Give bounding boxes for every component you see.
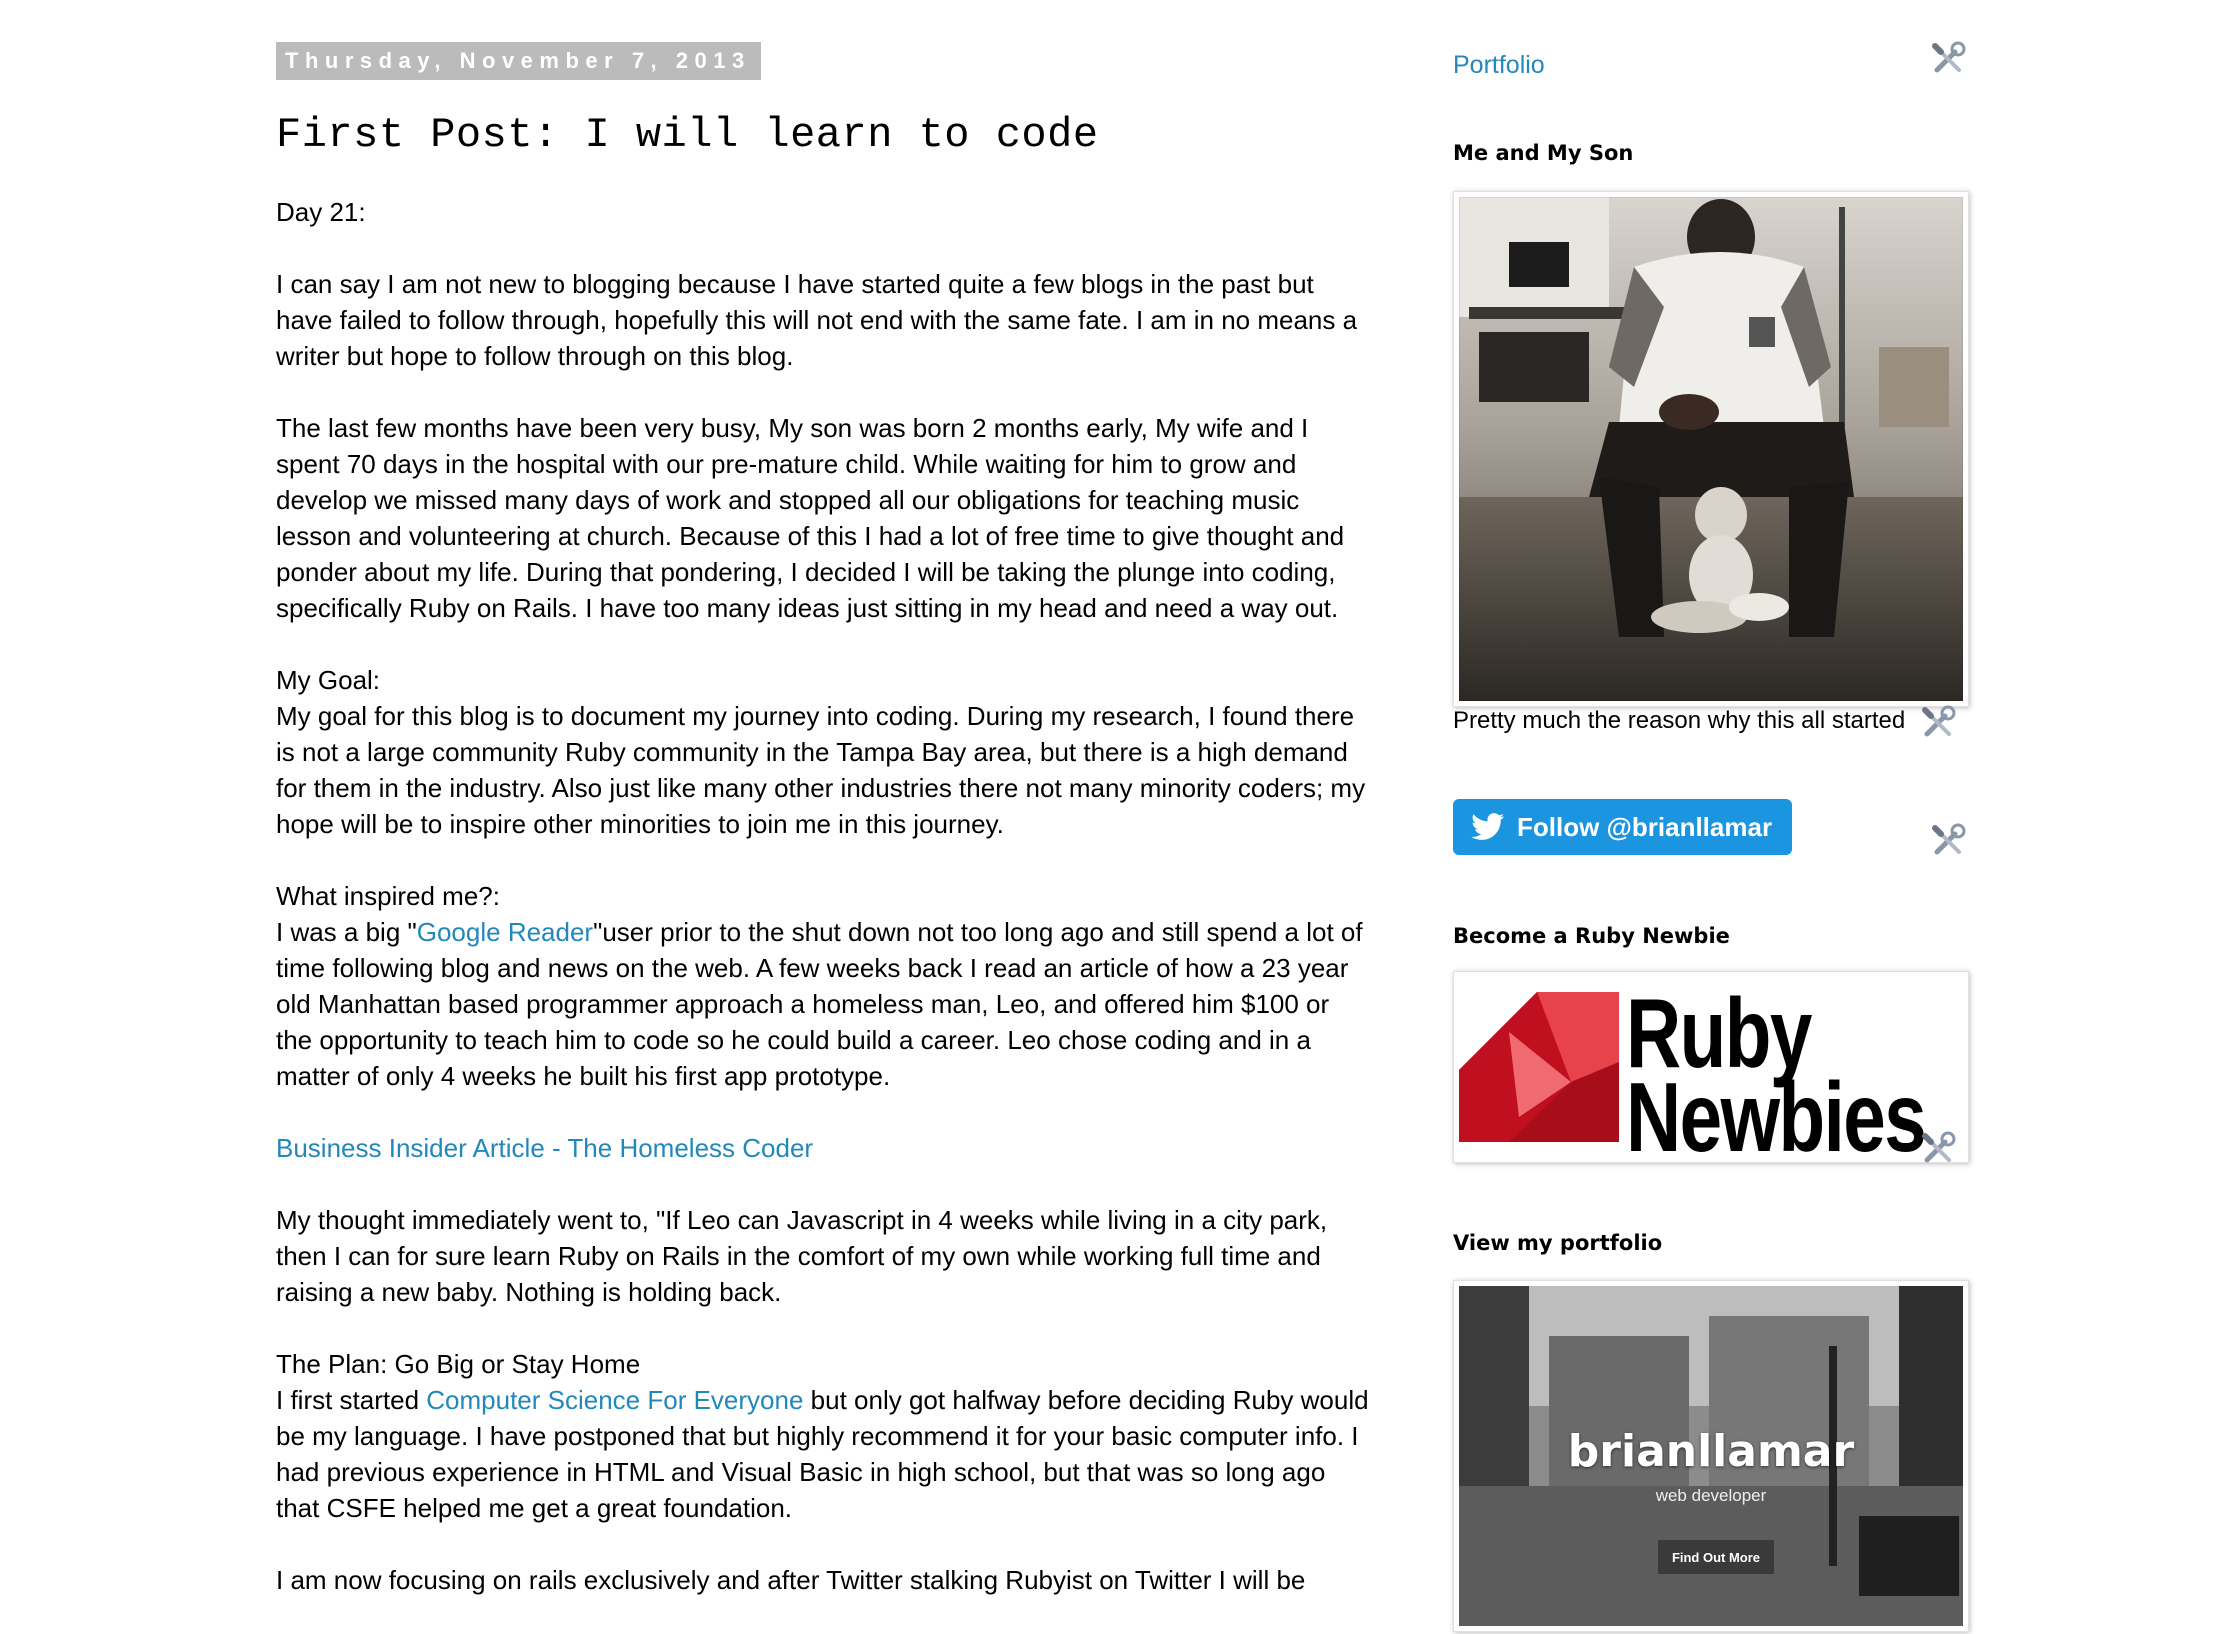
inspired-heading: What inspired me?: (276, 881, 500, 911)
post-body: Day 21: I can say I am not new to bloggi… (276, 194, 1371, 1598)
twitter-bird-icon (1471, 813, 1505, 840)
quick-edit-tools-icon[interactable] (1929, 40, 1969, 80)
portfolio-brand-name: brianllamar (1567, 1426, 1855, 1477)
goal-text: My goal for this blog is to document my … (276, 701, 1366, 839)
inspired-text-pre: I was a big " (276, 917, 417, 947)
ruby-newbies-banner[interactable]: Ruby Newbies (1453, 971, 1969, 1172)
find-out-more-button[interactable]: Find Out More (1658, 1540, 1774, 1574)
ruby-gem-icon (1459, 992, 1619, 1142)
twitter-follow-button[interactable]: Follow @brianllamar (1453, 799, 1793, 855)
business-insider-article-link[interactable]: Business Insider Article - The Homeless … (276, 1133, 813, 1163)
post-paragraph-background: The last few months have been very busy,… (276, 413, 1345, 623)
computer-science-for-everyone-link[interactable]: Computer Science For Everyone (426, 1385, 803, 1415)
view-portfolio-title: View my portfolio (1453, 1231, 1663, 1255)
post-paragraph-thought: My thought immediately went to, "If Leo … (276, 1205, 1328, 1307)
portfolio-link-widget: Portfolio (1453, 50, 1973, 80)
google-reader-link[interactable]: Google Reader (417, 917, 593, 947)
post-section-goal: My Goal: My goal for this blog is to doc… (276, 662, 1371, 842)
me-and-my-son-title: Me and My Son (1453, 141, 1634, 165)
date-header: Thursday, November 7, 2013 (276, 42, 761, 80)
post-title: First Post: I will learn to code (276, 111, 1099, 159)
me-and-my-son-widget: Me and My Son (1453, 140, 1973, 166)
portfolio-screenshot[interactable]: brianllamar web developer Find Out More (1453, 1280, 1969, 1632)
father-son-photo (1453, 191, 1969, 707)
post-paragraph-last: I am now focusing on rails exclusively a… (276, 1565, 1306, 1595)
plan-text-pre: I first started (276, 1385, 427, 1415)
ruby-newbie-widget: Become a Ruby Newbie (1453, 923, 1973, 949)
twitter-follow-label: Follow @brianllamar (1517, 811, 1773, 842)
post-day: Day 21: (276, 197, 366, 227)
father-son-photo-image (1458, 196, 1964, 702)
ruby-newbie-title: Become a Ruby Newbie (1453, 924, 1730, 948)
quick-edit-tools-icon[interactable] (1919, 704, 1959, 744)
photo-caption: Pretty much the reason why this all star… (1453, 707, 1906, 734)
post-section-inspired: What inspired me?: I was a big "Google R… (276, 878, 1371, 1094)
post-column: Thursday, November 7, 2013 First Post: I… (276, 42, 1371, 1634)
newbies-word: Newbies (1626, 1062, 1927, 1172)
post-article-link-row: Business Insider Article - The Homeless … (276, 1130, 1371, 1166)
quick-edit-tools-icon[interactable] (1929, 822, 1969, 862)
goal-heading: My Goal: (276, 665, 381, 695)
post-paragraph-intro: I can say I am not new to blogging becau… (276, 269, 1358, 371)
quick-edit-tools-icon[interactable] (1919, 1130, 1959, 1170)
portfolio-link[interactable]: Portfolio (1453, 51, 1545, 79)
post-section-plan: The Plan: Go Big or Stay Home I first st… (276, 1346, 1371, 1526)
plan-heading: The Plan: Go Big or Stay Home (276, 1349, 641, 1379)
portfolio-subtitle: web developer (1655, 1486, 1767, 1505)
view-portfolio-widget: View my portfolio (1453, 1230, 1973, 1256)
